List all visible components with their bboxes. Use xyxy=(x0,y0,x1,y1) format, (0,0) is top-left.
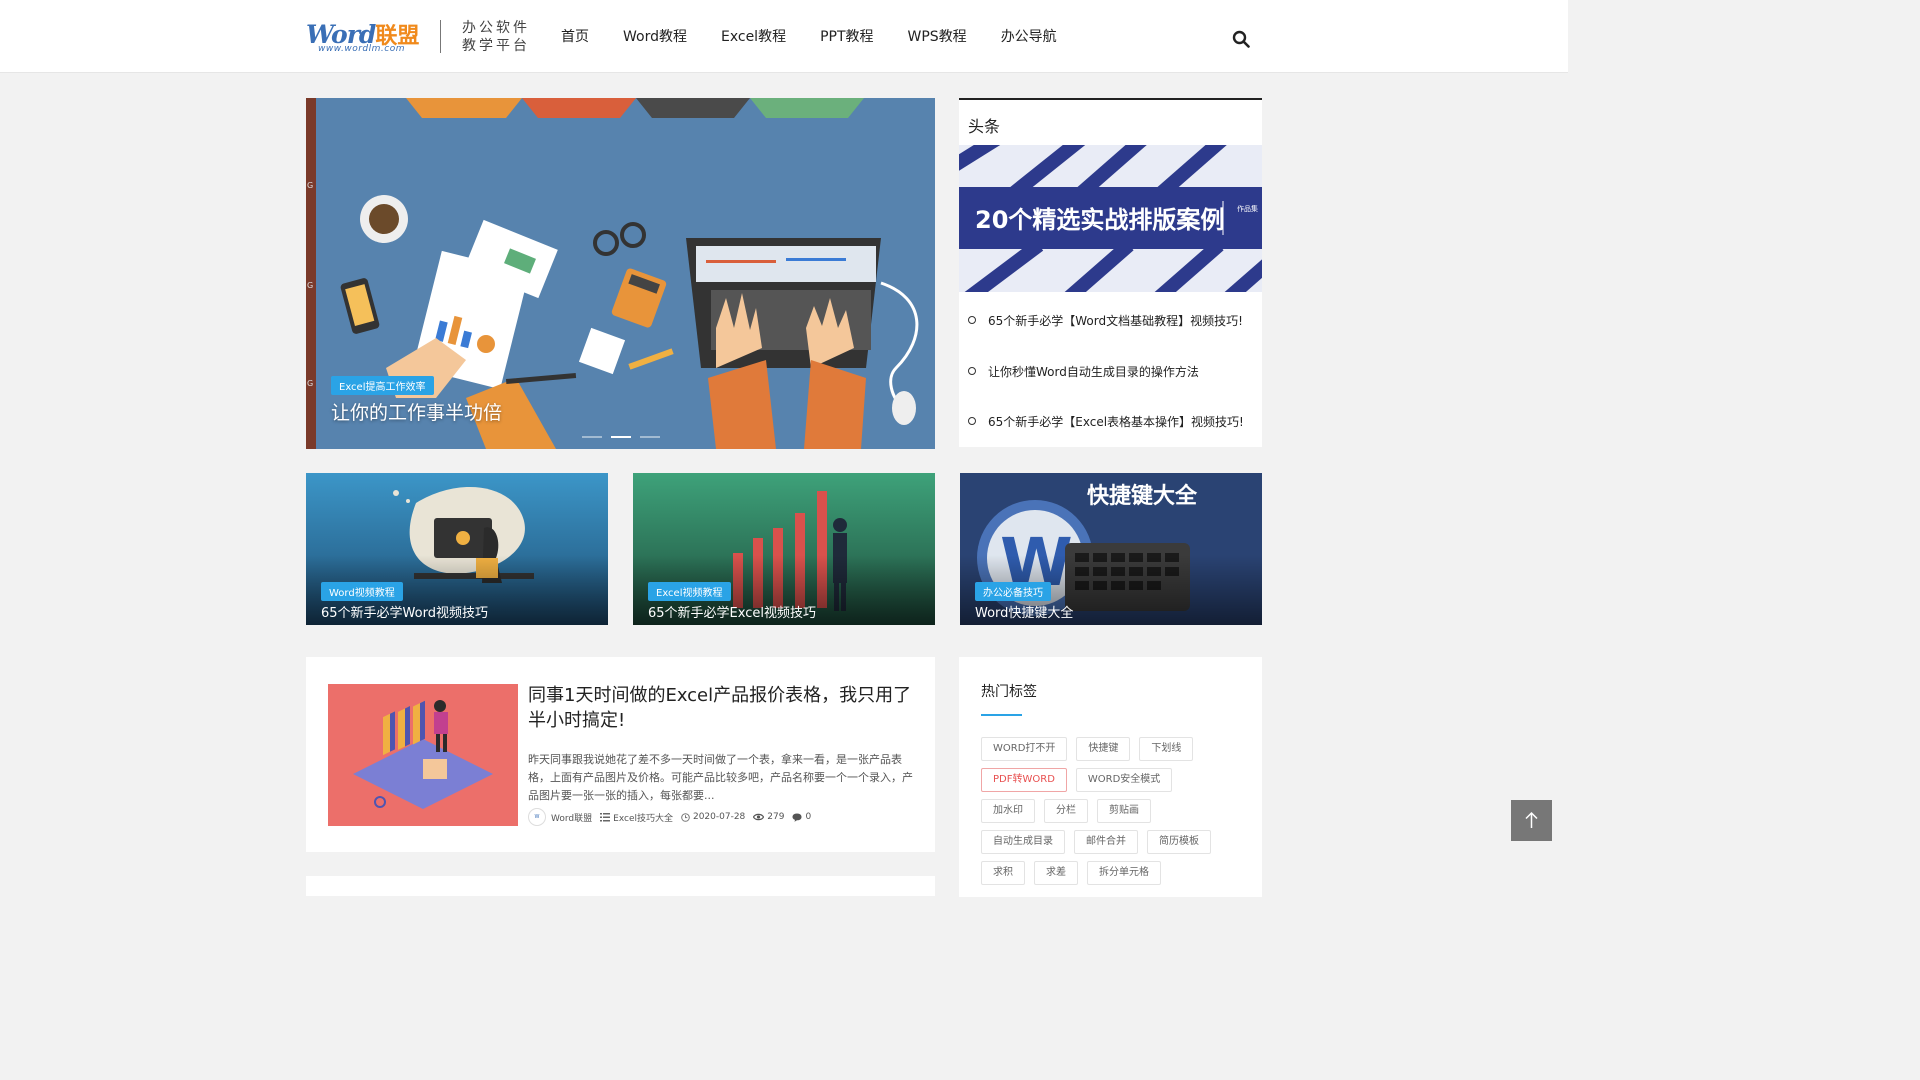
headline-text: 65个新手必学【Excel表格基本操作】视频技巧! xyxy=(988,415,1244,429)
nav-item-wps[interactable]: WPS教程 xyxy=(908,26,967,46)
tag-auto-toc[interactable]: 自动生成目录 xyxy=(981,830,1065,854)
tag-word-cannot-open[interactable]: WORD打不开 xyxy=(981,737,1068,761)
card-category-tag[interactable]: 办公必备技巧 xyxy=(975,582,1051,601)
hero-title[interactable]: 让你的工作事半功倍 xyxy=(331,398,502,425)
main-nav: 首页 Word教程 Excel教程 PPT教程 WPS教程 办公导航 xyxy=(561,26,1091,46)
back-to-top-button[interactable] xyxy=(1511,800,1552,841)
tag-word-safe-mode[interactable]: WORD安全模式 xyxy=(1075,768,1173,792)
title-underline xyxy=(981,714,1022,716)
card-image-text: 快捷键大全 xyxy=(1087,483,1198,509)
slider-dot-1[interactable] xyxy=(582,436,602,438)
card-category-tag[interactable]: Excel视频教程 xyxy=(648,582,731,601)
headlines-banner[interactable]: 20个精选实战排版案例 作品集 xyxy=(959,145,1262,292)
slider-dot-3[interactable] xyxy=(640,436,660,438)
views-count: 279 xyxy=(767,812,785,822)
logo-url: www.wordlm.com xyxy=(318,44,405,54)
tag-row: PDF转WORD WORD安全模式 xyxy=(981,768,1181,792)
tag-row: WORD打不开 快捷键 下划线 xyxy=(981,737,1202,761)
svg-text:G: G xyxy=(307,379,313,388)
search-icon[interactable] xyxy=(1232,30,1250,48)
feature-card-word-video[interactable]: Word视频教程 65个新手必学Word视频技巧 xyxy=(306,473,608,625)
category-name: Excel技巧大全 xyxy=(613,813,673,824)
article-excerpt: 昨天同事跟我说她花了差不多一天时间做了一个表，拿来一看，是一张产品表格，上面有产… xyxy=(528,753,913,802)
headlines-title: 头条 xyxy=(968,117,1001,136)
headline-item[interactable]: 让你秒懂Word自动生成目录的操作方法 xyxy=(968,363,1258,414)
hot-tags-title: 热门标签 xyxy=(981,684,1037,700)
headlines-panel: 头条 20个精选实战排版案例 作品集 65个新手必学【Word文档基础教程】视频… xyxy=(959,98,1262,447)
tag-resume-template[interactable]: 简历模板 xyxy=(1147,830,1211,854)
arrow-up-icon xyxy=(1525,811,1538,828)
banner-side-text: 作品集 xyxy=(1237,204,1258,213)
meta-category[interactable]: Excel技巧大全 xyxy=(600,811,673,824)
slogan-line-1: 办公软件 xyxy=(462,20,530,36)
tag-difference[interactable]: 求差 xyxy=(1034,861,1078,885)
card-title[interactable]: 65个新手必学Word视频技巧 xyxy=(321,602,488,621)
article-title[interactable]: 同事1天时间做的Excel产品报价表格，我只用了半小时搞定! xyxy=(528,683,918,733)
feature-card-excel-video[interactable]: Excel视频教程 65个新手必学Excel视频技巧 xyxy=(633,473,935,625)
hot-tags-panel: 热门标签 WORD打不开 快捷键 下划线 PDF转WORD WORD安全模式 加… xyxy=(959,657,1262,897)
thumbnail-illustration xyxy=(328,684,518,826)
headline-item[interactable]: 65个新手必学【Excel表格基本操作】视频技巧! xyxy=(968,413,1258,464)
meta-date: 2020-07-28 xyxy=(681,812,745,822)
bullet-circle-icon xyxy=(968,316,976,324)
nav-item-home[interactable]: 首页 xyxy=(561,26,589,46)
headlines-list: 65个新手必学【Word文档基础教程】视频技巧! 让你秒懂Word自动生成目录的… xyxy=(968,312,1258,464)
card-title[interactable]: 65个新手必学Excel视频技巧 xyxy=(648,602,816,621)
card-title[interactable]: Word快捷键大全 xyxy=(975,602,1073,621)
slider-dot-2[interactable] xyxy=(611,436,631,438)
svg-text:G: G xyxy=(307,281,313,290)
hero-illustration: G G G xyxy=(306,98,935,449)
list-icon xyxy=(600,812,611,821)
tag-columns[interactable]: 分栏 xyxy=(1044,799,1088,823)
meta-comments[interactable]: 0 xyxy=(792,812,811,822)
clock-icon xyxy=(681,812,690,822)
feature-card-word-shortcuts[interactable]: W 快捷键大全 办公必备技巧 Word快捷键大全 xyxy=(960,473,1262,625)
hero-slider[interactable]: G G G xyxy=(306,98,935,449)
tag-split-cells[interactable]: 拆分单元格 xyxy=(1087,861,1161,885)
nav-item-ppt[interactable]: PPT教程 xyxy=(820,26,873,46)
author-name: Word联盟 xyxy=(551,813,593,824)
tag-product[interactable]: 求积 xyxy=(981,861,1025,885)
banner-image: 20个精选实战排版案例 作品集 xyxy=(959,145,1262,292)
tag-pdf-to-word[interactable]: PDF转WORD xyxy=(981,768,1067,792)
site-logo[interactable]: Word联盟 www.wordlm.com xyxy=(306,18,424,58)
nav-item-word[interactable]: Word教程 xyxy=(623,26,687,46)
article-item: 同事1天时间做的Excel产品报价表格，我只用了半小时搞定! 昨天同事跟我说她花… xyxy=(306,657,935,852)
banner-title: 20个精选实战排版案例 xyxy=(975,206,1224,234)
tag-row: 加水印 分栏 剪贴画 xyxy=(981,799,1160,823)
headline-text: 让你秒懂Word自动生成目录的操作方法 xyxy=(988,364,1199,379)
article-item-next xyxy=(306,876,935,896)
site-slogan: 办公软件 教学平台 xyxy=(462,19,530,55)
tag-watermark[interactable]: 加水印 xyxy=(981,799,1035,823)
tag-mail-merge[interactable]: 邮件合并 xyxy=(1074,830,1138,854)
headline-text: 65个新手必学【Word文档基础教程】视频技巧! xyxy=(988,314,1243,328)
hero-tag-wrap: Excel提高工作效率 xyxy=(331,375,434,395)
tag-row: 自动生成目录 邮件合并 简历模板 xyxy=(981,830,1220,854)
tag-underline[interactable]: 下划线 xyxy=(1139,737,1194,761)
date-text: 2020-07-28 xyxy=(692,812,746,822)
tag-shortcuts[interactable]: 快捷键 xyxy=(1076,737,1131,761)
card-category-tag[interactable]: Word视频教程 xyxy=(321,582,403,601)
comment-icon xyxy=(792,813,802,822)
bullet-circle-icon xyxy=(968,417,976,425)
article-thumbnail[interactable] xyxy=(328,684,518,826)
site-header: Word联盟 www.wordlm.com 办公软件 教学平台 首页 Word教… xyxy=(0,0,1568,73)
tag-clipart[interactable]: 剪贴画 xyxy=(1097,799,1151,823)
slider-dots xyxy=(582,436,669,438)
slogan-line-2: 教学平台 xyxy=(462,38,530,54)
comments-count: 0 xyxy=(805,812,812,822)
logo-divider xyxy=(440,20,441,53)
bullet-circle-icon xyxy=(968,366,976,375)
article-meta: W Word联盟 Excel技巧大全 2020-07-28 279 0 xyxy=(528,808,819,826)
nav-item-excel[interactable]: Excel教程 xyxy=(721,26,786,46)
meta-author[interactable]: W Word联盟 xyxy=(528,808,592,826)
svg-text:G: G xyxy=(307,181,313,190)
headline-item[interactable]: 65个新手必学【Word文档基础教程】视频技巧! xyxy=(968,312,1258,363)
meta-views: 279 xyxy=(753,812,784,822)
tag-row: 求积 求差 拆分单元格 xyxy=(981,861,1170,885)
eye-icon xyxy=(753,813,765,821)
avatar: W xyxy=(528,808,546,826)
nav-item-office-nav[interactable]: 办公导航 xyxy=(1001,26,1057,46)
hero-category-tag[interactable]: Excel提高工作效率 xyxy=(331,376,434,395)
